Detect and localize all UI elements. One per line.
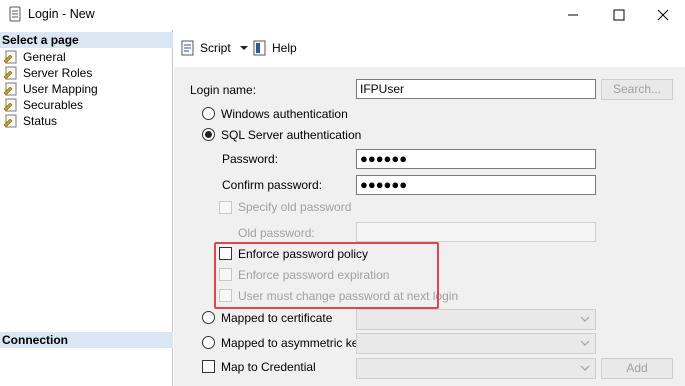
search-button[interactable]: Search... [601, 79, 673, 100]
script-label: Script [200, 41, 231, 55]
connection-header: Connection [0, 332, 173, 348]
asymmetric-key-dropdown[interactable] [356, 333, 596, 354]
page-wrench-icon [3, 114, 17, 128]
maximize-icon [613, 9, 625, 21]
sidebar-item-user-mapping[interactable]: User Mapping [3, 81, 98, 97]
mapped-to-asymmetric-key-label: Mapped to asymmetric key [221, 336, 365, 350]
map-to-credential-checkbox[interactable] [202, 360, 215, 373]
select-page-header: Select a page [0, 32, 173, 48]
specify-old-password-checkbox[interactable] [219, 201, 232, 214]
mapped-to-certificate-label: Mapped to certificate [221, 311, 333, 325]
sql-auth-label: SQL Server authentication [221, 128, 362, 142]
add-credential-button[interactable]: Add [601, 358, 673, 379]
confirm-password-label: Confirm password: [222, 178, 323, 192]
sidebar-item-securables[interactable]: Securables [3, 97, 83, 113]
script-icon [181, 40, 194, 56]
windows-auth-radio[interactable] [202, 107, 215, 120]
close-icon [657, 9, 669, 21]
sidebar-item-label: User Mapping [23, 82, 98, 96]
mapped-to-asymmetric-key-radio[interactable] [202, 336, 215, 349]
title-bar: Login - New [0, 0, 685, 30]
old-password-field[interactable] [356, 222, 596, 242]
certificate-dropdown[interactable] [356, 309, 596, 330]
left-pane: Select a page General Server Roles User … [0, 30, 173, 386]
help-label: Help [272, 41, 297, 55]
windows-auth-label: Windows authentication [221, 107, 348, 121]
password-field[interactable]: ●●●●●● [356, 149, 596, 169]
help-icon [253, 40, 266, 56]
page-wrench-icon [3, 82, 17, 96]
credential-dropdown[interactable] [356, 358, 596, 379]
mapped-to-certificate-radio[interactable] [202, 311, 215, 324]
close-button[interactable] [640, 0, 685, 30]
page-wrench-icon [3, 66, 17, 80]
chevron-down-icon [580, 316, 590, 322]
password-label: Password: [222, 152, 279, 166]
old-password-label: Old password: [238, 226, 315, 240]
chevron-down-icon[interactable] [239, 43, 249, 53]
minimize-button[interactable] [550, 0, 596, 30]
sidebar-item-label: Securables [23, 98, 84, 112]
sidebar-item-status[interactable]: Status [3, 113, 57, 129]
toolbar: Script Help [174, 30, 685, 66]
sidebar-item-general[interactable]: General [3, 49, 66, 65]
map-to-credential-label: Map to Credential [221, 360, 316, 374]
database-icon [9, 6, 21, 22]
sidebar-item-server-roles[interactable]: Server Roles [3, 65, 92, 81]
script-button[interactable]: Script [180, 38, 249, 58]
minimize-icon [568, 14, 578, 16]
login-name-label: Login name: [190, 83, 257, 97]
window-title: Login - New [28, 7, 95, 21]
page-wrench-icon [3, 98, 17, 112]
help-button[interactable]: Help [252, 38, 297, 58]
confirm-password-field[interactable]: ●●●●●● [356, 175, 596, 195]
chevron-down-icon [580, 365, 590, 371]
sidebar-item-label: Status [23, 114, 58, 128]
specify-old-password-label: Specify old password [238, 200, 352, 214]
chevron-down-icon [580, 340, 590, 346]
login-name-field[interactable]: IFPUser [356, 79, 596, 99]
sidebar-item-label: Server Roles [23, 66, 93, 80]
sidebar-item-label: General [23, 50, 66, 64]
maximize-button[interactable] [596, 0, 642, 30]
highlight-annotation [214, 242, 439, 309]
page-wrench-icon [3, 50, 17, 64]
sql-auth-radio[interactable] [202, 128, 215, 141]
